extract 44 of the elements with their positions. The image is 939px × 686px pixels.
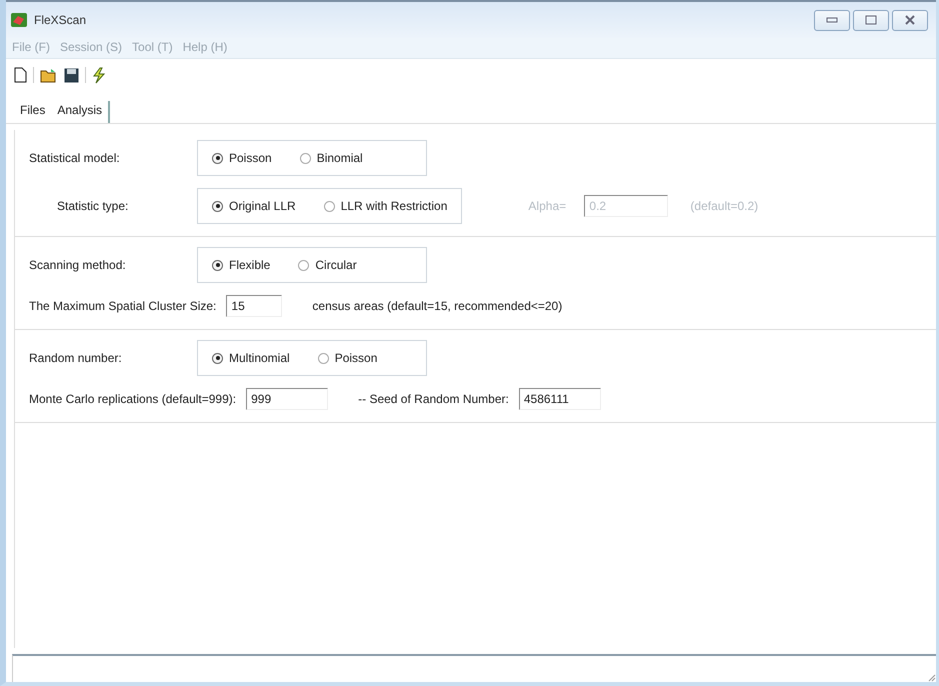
field-label: census areas (default=15, recommended<=20) — [312, 299, 562, 313]
new-file-icon[interactable] — [14, 67, 27, 83]
tab[interactable]: Analysis — [51, 101, 110, 123]
field-label: Monte Carlo replications (default=999): — [29, 392, 236, 406]
app-icon — [10, 12, 28, 28]
radio-button[interactable]: Binomial — [300, 151, 363, 165]
radio-dot[interactable] — [318, 352, 329, 364]
field-label: -- Seed of Random Number: — [358, 392, 509, 406]
field-label: Alpha= — [528, 199, 568, 213]
field-label: The Maximum Spatial Cluster Size: — [29, 299, 216, 313]
radio-dot[interactable] — [298, 260, 310, 270]
radio-button[interactable]: Flexible — [212, 258, 270, 272]
minimize-icon — [826, 17, 838, 23]
radio-dot[interactable] — [324, 200, 335, 212]
maximize-button[interactable] — [853, 10, 889, 30]
input-field[interactable]: 999 — [246, 388, 328, 410]
radio-button[interactable]: Original LLR — [212, 199, 296, 213]
field-label: Statistic type: — [57, 199, 130, 213]
folder-icon[interactable] — [40, 68, 58, 82]
tab[interactable]: Files — [14, 101, 52, 123]
radio-button[interactable]: Circular — [298, 258, 357, 272]
save-icon[interactable] — [64, 68, 79, 82]
close-button[interactable] — [892, 10, 928, 30]
resize-grip-icon[interactable] — [928, 674, 936, 682]
field-label: Statistical model: — [29, 151, 121, 165]
maximize-icon — [865, 15, 877, 25]
radio-dot[interactable] — [212, 260, 223, 270]
radio-button[interactable]: Multinomial — [212, 351, 290, 365]
field-label: Scanning method: — [29, 258, 127, 272]
close-icon — [904, 15, 916, 25]
radio-button[interactable]: LLR with Restriction — [324, 199, 448, 213]
radio-dot[interactable] — [212, 352, 223, 364]
window-title: FleXScan — [34, 13, 88, 27]
radio-dot[interactable] — [300, 152, 311, 164]
hint-text: (default=0.2) — [690, 199, 758, 213]
field-label: Random number: — [29, 351, 123, 365]
minimize-button[interactable] — [814, 10, 850, 30]
lightning-icon[interactable] — [92, 66, 106, 84]
radio-dot[interactable] — [212, 200, 223, 212]
input-field[interactable]: 15 — [226, 295, 282, 317]
input-field[interactable]: 4586111 — [518, 388, 601, 410]
radio-button[interactable]: Poisson — [212, 151, 272, 165]
radio-button[interactable]: Poisson — [318, 351, 378, 365]
radio-dot[interactable] — [212, 152, 223, 164]
